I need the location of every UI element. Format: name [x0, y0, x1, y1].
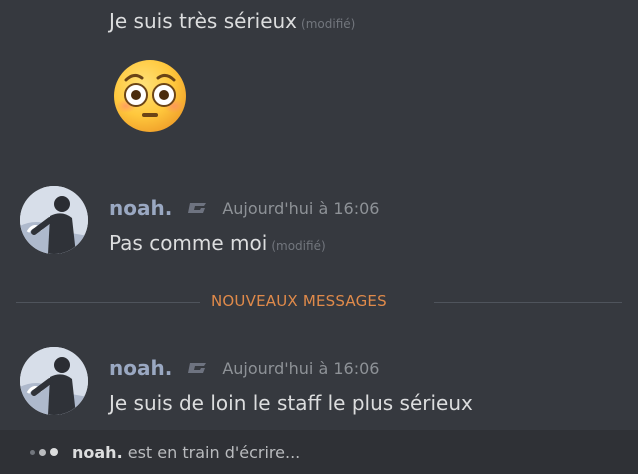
- divider-line-left: [16, 302, 200, 303]
- typing-dot: [50, 448, 58, 456]
- typing-dot: [39, 448, 46, 456]
- message-text: Je suis très sérieux: [109, 9, 298, 33]
- edited-tag: (modifié): [301, 17, 356, 31]
- edited-tag: (modifié): [271, 239, 326, 253]
- typing-suffix: est en train d'écrire...: [127, 442, 301, 462]
- typing-text: noah. est en train d'écrire...: [72, 443, 300, 462]
- timestamp: Aujourd'hui à 16:06: [222, 358, 380, 378]
- nitro-badge-icon[interactable]: [186, 361, 208, 375]
- user-avatar-icon: [20, 347, 88, 415]
- nitro-badge-icon[interactable]: [186, 201, 208, 215]
- message-text: Pas comme moi: [109, 231, 268, 255]
- message-content: Pas comme moi (modifié): [109, 230, 326, 256]
- chat-messages: Je suis très sérieux (modifié) noah. Auj…: [0, 0, 638, 430]
- typing-dot: [30, 449, 35, 455]
- message-text: Je suis de loin le staff le plus sérieux: [109, 391, 473, 415]
- new-messages-label: NOUVEAUX MESSAGES: [211, 292, 387, 310]
- typing-dots-icon: [30, 448, 62, 456]
- message-header: noah. Aujourd'hui à 16:06: [109, 356, 379, 380]
- message-header: noah. Aujourd'hui à 16:06: [109, 196, 379, 220]
- avatar[interactable]: [20, 347, 88, 415]
- divider-line-right: [434, 302, 622, 303]
- message-content: Je suis très sérieux (modifié): [109, 8, 355, 34]
- flushed-face-emoji-icon[interactable]: [112, 58, 188, 134]
- typing-indicator: noah. est en train d'écrire...: [0, 430, 638, 474]
- avatar[interactable]: [20, 186, 88, 254]
- username[interactable]: noah.: [109, 356, 172, 380]
- message-content: Je suis de loin le staff le plus sérieux: [109, 390, 473, 416]
- timestamp: Aujourd'hui à 16:06: [222, 198, 380, 218]
- username[interactable]: noah.: [109, 196, 172, 220]
- user-avatar-icon: [20, 186, 88, 254]
- typing-username: noah.: [72, 442, 123, 462]
- new-messages-divider: NOUVEAUX MESSAGES: [16, 292, 622, 310]
